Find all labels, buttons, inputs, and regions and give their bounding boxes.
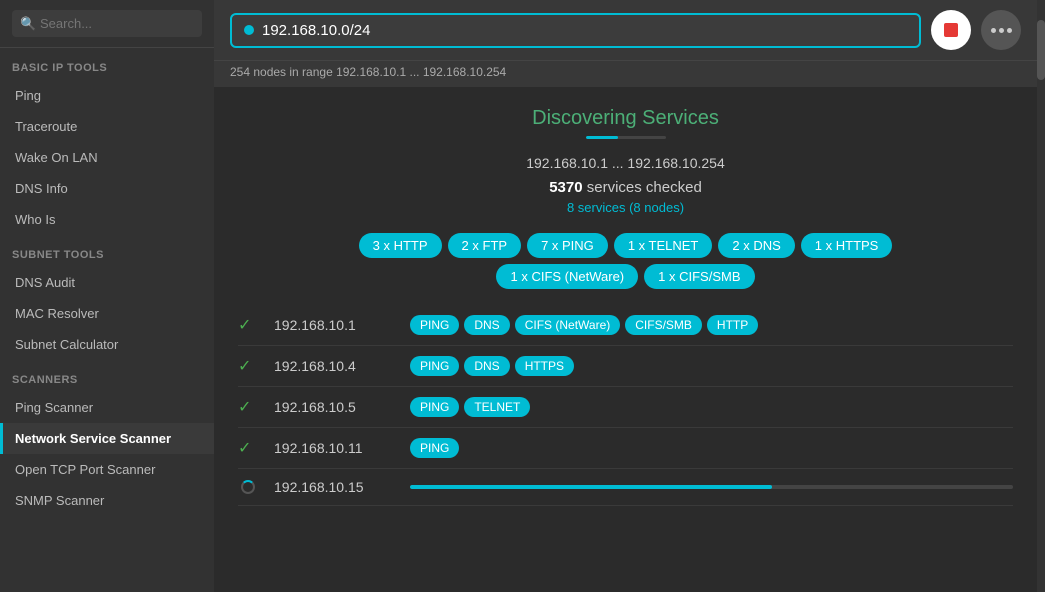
- scrollbar-thumb[interactable]: [1037, 20, 1045, 80]
- summary-tag-ftp: 2 x FTP: [448, 233, 522, 258]
- section-label-scanners: SCANNERS: [0, 360, 214, 392]
- sidebar-item-mac-resolver[interactable]: MAC Resolver: [0, 298, 214, 329]
- summary-tag-cifs-smb: 1 x CIFS/SMB: [644, 264, 754, 289]
- ip-input-wrap[interactable]: [230, 13, 921, 48]
- main-content: 254 nodes in range 192.168.10.1 ... 192.…: [214, 0, 1037, 592]
- table-row: 192.168.10.15: [238, 469, 1013, 506]
- summary-tags-row-2: 1 x CIFS (NetWare) 1 x CIFS/SMB: [238, 264, 1013, 289]
- search-input[interactable]: [12, 10, 202, 37]
- sidebar-item-network-service-scanner[interactable]: Network Service Scanner: [0, 423, 214, 454]
- check-icon: ✓: [238, 438, 258, 458]
- result-tag-ping: PING: [410, 315, 459, 335]
- table-row: ✓ 192.168.10.5 PING TELNET: [238, 387, 1013, 428]
- result-tag-http: HTTP: [707, 315, 758, 335]
- stop-button[interactable]: [931, 10, 971, 50]
- result-tag-https: HTTPS: [515, 356, 574, 376]
- scan-range-label: 192.168.10.1 ... 192.168.10.254: [238, 155, 1013, 171]
- sidebar-item-traceroute[interactable]: Traceroute: [0, 111, 214, 142]
- services-checked-num: 5370: [549, 179, 582, 196]
- ip-status-dot: [244, 25, 254, 35]
- sidebar-item-ping[interactable]: Ping: [0, 80, 214, 111]
- result-ip: 192.168.10.15: [274, 479, 394, 495]
- table-row: ✓ 192.168.10.11 PING: [238, 428, 1013, 469]
- summary-tag-http: 3 x HTTP: [359, 233, 442, 258]
- sidebar-item-who-is[interactable]: Who Is: [0, 204, 214, 235]
- scroll-area[interactable]: Discovering Services 192.168.10.1 ... 19…: [214, 87, 1037, 592]
- result-tag-ping: PING: [410, 397, 459, 417]
- sidebar-item-wake-on-lan[interactable]: Wake On LAN: [0, 142, 214, 173]
- result-tags: PING DNS CIFS (NetWare) CIFS/SMB HTTP: [410, 315, 1013, 335]
- sidebar-item-dns-audit[interactable]: DNS Audit: [0, 267, 214, 298]
- sidebar-item-ping-scanner[interactable]: Ping Scanner: [0, 392, 214, 423]
- result-ip: 192.168.10.1: [274, 317, 394, 333]
- stop-icon: [944, 23, 958, 37]
- result-tag-cifs-netware: CIFS (NetWare): [515, 315, 621, 335]
- result-tag-telnet: TELNET: [464, 397, 530, 417]
- summary-tag-dns: 2 x DNS: [718, 233, 794, 258]
- table-row: ✓ 192.168.10.4 PING DNS HTTPS: [238, 346, 1013, 387]
- progress-bar-fill: [586, 136, 618, 139]
- table-row: ✓ 192.168.10.1 PING DNS CIFS (NetWare) C…: [238, 305, 1013, 346]
- spinner-icon: [238, 480, 258, 494]
- result-tag-cifs-smb: CIFS/SMB: [625, 315, 702, 335]
- more-dot-3: [1007, 28, 1012, 33]
- section-label-subnet-tools: SUBNET TOOLS: [0, 235, 214, 267]
- check-icon: ✓: [238, 356, 258, 376]
- result-tags: PING TELNET: [410, 397, 1013, 417]
- result-tags: PING DNS HTTPS: [410, 356, 1013, 376]
- scan-progress-bar: [410, 485, 1013, 489]
- summary-tags-row-1: 3 x HTTP 2 x FTP 7 x PING 1 x TELNET 2 x…: [238, 233, 1013, 258]
- sidebar: 🔍 BASIC IP TOOLS Ping Traceroute Wake On…: [0, 0, 214, 592]
- result-tag-dns: DNS: [464, 356, 509, 376]
- result-tag-ping: PING: [410, 438, 459, 458]
- services-found: 8 services (8 nodes): [238, 200, 1013, 215]
- sidebar-section-scanners: SCANNERS Ping Scanner Network Service Sc…: [0, 360, 214, 516]
- top-bar: [214, 0, 1037, 61]
- sidebar-item-open-tcp-port-scanner[interactable]: Open TCP Port Scanner: [0, 454, 214, 485]
- more-button[interactable]: [981, 10, 1021, 50]
- result-ip: 192.168.10.11: [274, 440, 394, 456]
- results-table: ✓ 192.168.10.1 PING DNS CIFS (NetWare) C…: [238, 305, 1013, 506]
- summary-tag-telnet: 1 x TELNET: [614, 233, 713, 258]
- sidebar-item-subnet-calculator[interactable]: Subnet Calculator: [0, 329, 214, 360]
- result-ip: 192.168.10.5: [274, 399, 394, 415]
- sidebar-section-subnet-tools: SUBNET TOOLS DNS Audit MAC Resolver Subn…: [0, 235, 214, 360]
- progress-bar: [586, 136, 666, 139]
- ip-range-input[interactable]: [262, 22, 907, 39]
- discovering-title: Discovering Services: [238, 107, 1013, 130]
- sidebar-section-basic-ip-tools: BASIC IP TOOLS Ping Traceroute Wake On L…: [0, 48, 214, 235]
- loading-spinner: [241, 480, 255, 494]
- services-checked: 5370 services checked: [238, 179, 1013, 196]
- scrollbar-track[interactable]: [1037, 0, 1045, 592]
- more-dot-1: [991, 28, 996, 33]
- more-dot-2: [999, 28, 1004, 33]
- summary-tag-cifs-netware: 1 x CIFS (NetWare): [496, 264, 638, 289]
- search-bar: 🔍: [0, 0, 214, 48]
- result-ip: 192.168.10.4: [274, 358, 394, 374]
- search-icon: 🔍: [20, 16, 36, 32]
- sidebar-item-dns-info[interactable]: DNS Info: [0, 173, 214, 204]
- check-icon: ✓: [238, 315, 258, 335]
- summary-tag-ping: 7 x PING: [527, 233, 608, 258]
- summary-tag-https: 1 x HTTPS: [801, 233, 893, 258]
- check-icon: ✓: [238, 397, 258, 417]
- range-text: 254 nodes in range 192.168.10.1 ... 192.…: [214, 61, 1037, 87]
- result-tags: PING: [410, 438, 1013, 458]
- sidebar-item-snmp-scanner[interactable]: SNMP Scanner: [0, 485, 214, 516]
- result-tag-ping: PING: [410, 356, 459, 376]
- result-tag-dns: DNS: [464, 315, 509, 335]
- scan-progress-fill: [410, 485, 772, 489]
- section-label-basic-ip-tools: BASIC IP TOOLS: [0, 48, 214, 80]
